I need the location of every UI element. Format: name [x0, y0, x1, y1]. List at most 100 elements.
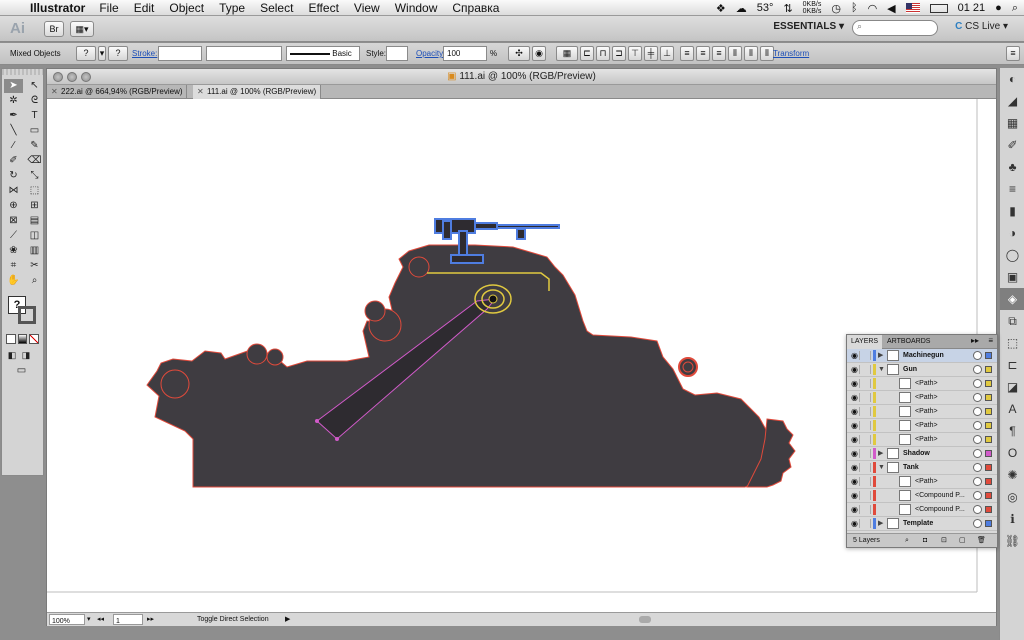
selection-indicator[interactable] — [985, 464, 992, 471]
selection-indicator[interactable] — [985, 506, 992, 513]
lock-toggle[interactable] — [862, 407, 871, 416]
layer-row[interactable]: ◉ <Path> — [847, 391, 997, 405]
align-left-button[interactable]: ⊏ — [580, 46, 594, 61]
clock[interactable]: 01 21 — [958, 2, 986, 14]
info-panel-icon[interactable]: ℹ — [1000, 508, 1024, 530]
variable-width-profile[interactable] — [206, 46, 282, 61]
screen-mode-icon[interactable]: ▭ — [12, 364, 31, 378]
target-icon[interactable] — [973, 463, 982, 472]
transform-link[interactable]: Transform — [773, 49, 809, 58]
expand-toggle-icon[interactable]: ▼ — [878, 363, 885, 376]
visibility-eye-icon[interactable]: ◉ — [850, 491, 860, 500]
line-tool-icon[interactable]: ╲ — [4, 124, 23, 138]
selection-indicator[interactable] — [985, 436, 992, 443]
recolor-artwork-button[interactable]: ✣ — [508, 46, 530, 61]
appearance-panel-icon[interactable]: ◯ — [1000, 244, 1024, 266]
draw-normal-icon[interactable]: ◧ — [6, 348, 18, 362]
opacity-input[interactable]: 100 — [443, 46, 487, 61]
menu-effect[interactable]: Effect — [308, 1, 338, 15]
visibility-eye-icon[interactable]: ◉ — [850, 463, 860, 472]
gradient-mode-button[interactable] — [17, 334, 28, 344]
align-hcenter-button[interactable]: ⊓ — [596, 46, 610, 61]
control-panel-menu-icon[interactable]: ≡ — [1006, 46, 1020, 61]
selection-indicator[interactable] — [985, 366, 992, 373]
activity-icon[interactable]: ⇅ — [783, 2, 792, 15]
zoom-level-field[interactable]: 100% — [49, 614, 85, 625]
wifi-icon[interactable]: ◠ — [868, 2, 878, 15]
visibility-eye-icon[interactable]: ◉ — [850, 421, 860, 430]
artboard-number-field[interactable]: 1 — [113, 614, 143, 625]
paintbrush-tool-icon[interactable]: ∕ — [4, 139, 23, 153]
blob-brush-tool-icon[interactable]: ✐ — [4, 154, 23, 168]
slice-tool-icon[interactable]: ✂ — [25, 259, 44, 273]
artboard-tool-icon[interactable]: ⌗ — [4, 259, 23, 273]
align-top-button[interactable]: ⊤ — [628, 46, 642, 61]
visibility-eye-icon[interactable]: ◉ — [850, 449, 860, 458]
lock-toggle[interactable] — [862, 421, 871, 430]
rotate-tool-icon[interactable]: ↻ — [4, 169, 23, 183]
shape-builder-tool-icon[interactable]: ⊕ — [4, 199, 23, 213]
width-tool-icon[interactable]: ⋈ — [4, 184, 23, 198]
tab-layers[interactable]: LAYERS — [847, 335, 883, 349]
color-panel-icon[interactable]: ◐ — [1000, 68, 1024, 90]
workspace-switcher[interactable]: ESSENTIALS ▾ — [773, 21, 844, 32]
visibility-eye-icon[interactable]: ◉ — [850, 505, 860, 514]
visibility-eye-icon[interactable]: ◉ — [850, 365, 860, 374]
weather-icon[interactable]: ☁ — [736, 2, 747, 15]
lock-toggle[interactable] — [862, 491, 871, 500]
eraser-tool-icon[interactable]: ⌫ — [25, 154, 44, 168]
tab-111[interactable]: ✕ 111.ai @ 100% (RGB/Preview) — [193, 85, 321, 99]
eyedropper-tool-icon[interactable]: ⟋ — [4, 229, 23, 243]
menu-type[interactable]: Type — [219, 1, 245, 15]
stroke-swatch[interactable]: ? — [108, 46, 128, 61]
layer-row[interactable]: ◉ <Path> — [847, 405, 997, 419]
layer-row[interactable]: ◉ <Path> — [847, 475, 997, 489]
target-icon[interactable] — [973, 491, 982, 500]
bridge-button[interactable]: Br — [44, 21, 64, 37]
scale-tool-icon[interactable]: ⤡ — [25, 169, 44, 183]
layer-row[interactable]: ◉ <Path> — [847, 433, 997, 447]
navigator-panel-icon[interactable]: ✺ — [1000, 464, 1024, 486]
selection-indicator[interactable] — [985, 352, 992, 359]
help-search-input[interactable]: ⌕ — [852, 20, 938, 36]
stroke-panel-icon[interactable]: ≡ — [1000, 178, 1024, 200]
column-graph-tool-icon[interactable]: ▥ — [25, 244, 44, 258]
layer-row[interactable]: ◉ ▶ Shadow — [847, 447, 997, 461]
layer-row[interactable]: ◉ ▼ Gun — [847, 363, 997, 377]
symbol-sprayer-tool-icon[interactable]: ❀ — [4, 244, 23, 258]
app-menu[interactable]: Illustrator — [30, 1, 85, 15]
fill-dropdown-icon[interactable]: ▾ — [98, 46, 106, 61]
stroke-weight-field[interactable] — [158, 46, 202, 61]
gradient-tool-icon[interactable]: ▤ — [25, 214, 44, 228]
lock-toggle[interactable] — [862, 463, 871, 472]
selection-tool-icon[interactable]: ➤ — [4, 79, 23, 93]
target-icon[interactable] — [973, 379, 982, 388]
make-clipping-mask-icon[interactable]: ◘ — [923, 534, 927, 547]
graphic-style-swatch[interactable] — [386, 46, 408, 61]
visibility-eye-icon[interactable]: ◉ — [850, 407, 860, 416]
visibility-eye-icon[interactable]: ◉ — [850, 519, 860, 528]
selection-indicator[interactable] — [985, 394, 992, 401]
hand-tool-icon[interactable]: ✋ — [4, 274, 23, 288]
attributes-panel-icon[interactable]: ◎ — [1000, 486, 1024, 508]
visibility-eye-icon[interactable]: ◉ — [850, 477, 860, 486]
brushes-panel-icon[interactable]: ✐ — [1000, 134, 1024, 156]
color-guide-icon[interactable]: ◢ — [1000, 90, 1024, 112]
lock-toggle[interactable] — [862, 519, 871, 528]
distribute-right-button[interactable]: ⦀ — [760, 46, 774, 61]
paragraph-panel-icon[interactable]: ¶ — [1000, 420, 1024, 442]
layer-row[interactable]: ◉ ▶ Machinegun — [847, 349, 997, 363]
symbols-panel-icon[interactable]: ♣ — [1000, 156, 1024, 178]
menu-file[interactable]: File — [99, 1, 118, 15]
align-to-button[interactable]: ▦ — [556, 46, 578, 61]
delete-layer-icon[interactable]: 🗑 — [977, 534, 986, 547]
blend-tool-icon[interactable]: ◫ — [25, 229, 44, 243]
pencil-tool-icon[interactable]: ✎ — [25, 139, 44, 153]
selection-indicator[interactable] — [985, 478, 992, 485]
close-tab-icon[interactable]: ✕ — [51, 85, 58, 99]
expand-toggle-icon[interactable]: ▶ — [878, 349, 883, 362]
distribute-bottom-button[interactable]: ≡ — [712, 46, 726, 61]
status-menu-icon[interactable]: ▶ — [285, 613, 290, 626]
selection-indicator[interactable] — [985, 450, 992, 457]
selection-indicator[interactable] — [985, 422, 992, 429]
